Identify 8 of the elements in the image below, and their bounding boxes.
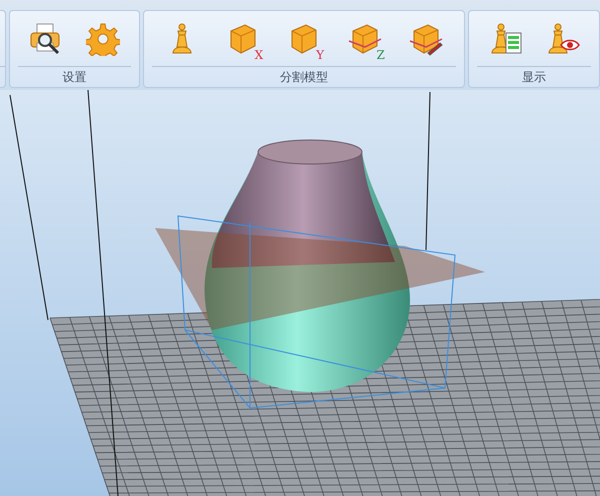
toolbar-button[interactable]: X: [221, 16, 266, 60]
gear-icon: [86, 22, 120, 56]
group-label: 显示: [521, 69, 547, 86]
group-label: 分割模型: [279, 69, 329, 86]
toolbar-button[interactable]: Y: [282, 16, 326, 60]
toolbar-button[interactable]: Z: [342, 16, 387, 60]
group-label: 设置: [62, 69, 88, 86]
chess-piece-icon: [172, 20, 192, 56]
